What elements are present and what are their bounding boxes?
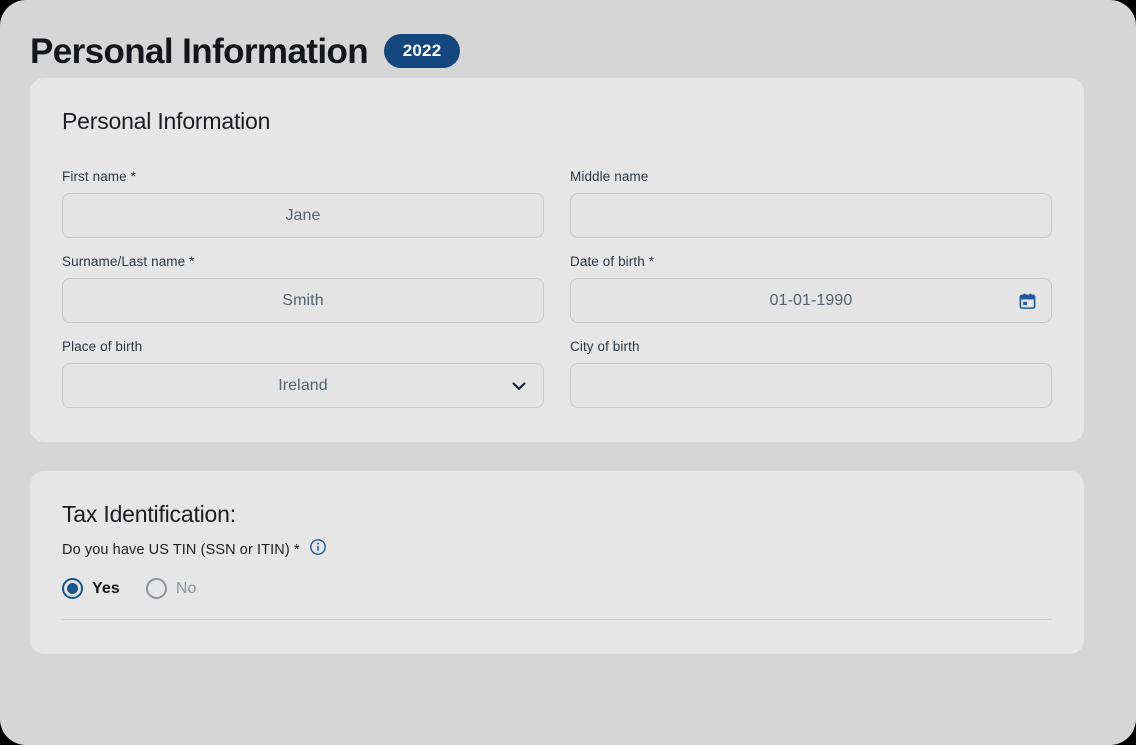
radio-label-no: No bbox=[175, 579, 197, 597]
chevron-down-icon[interactable] bbox=[509, 376, 529, 396]
city-of-birth-label-text: City of birth bbox=[570, 339, 640, 354]
personal-information-card: Personal Information First name * Jane M… bbox=[30, 78, 1084, 442]
date-of-birth-label: Date of birth * bbox=[570, 254, 1052, 269]
field-date-of-birth: Date of birth * 01-01-1990 bbox=[570, 254, 1052, 323]
us-tin-question-label: Do you have US TIN (SSN or ITIN) * bbox=[62, 541, 300, 558]
us-tin-question-row: Do you have US TIN (SSN or ITIN) * bbox=[62, 538, 1052, 561]
surname-label: Surname/Last name * bbox=[62, 254, 544, 269]
first-name-input[interactable]: Jane bbox=[62, 193, 544, 238]
city-of-birth-input[interactable] bbox=[570, 363, 1052, 408]
personal-information-form: First name * Jane Middle name Surname/La… bbox=[62, 169, 1052, 408]
surname-label-text: Surname/Last name bbox=[62, 254, 186, 269]
city-of-birth-label: City of birth bbox=[570, 339, 1052, 354]
field-surname: Surname/Last name * Smith bbox=[62, 254, 544, 323]
required-marker: * bbox=[130, 169, 136, 184]
app-window: Personal Information 2022 Personal Infor… bbox=[0, 0, 1136, 745]
us-tin-radio-group: Yes No bbox=[62, 578, 1052, 599]
page-title: Personal Information bbox=[30, 31, 369, 71]
first-name-label-text: First name bbox=[62, 169, 127, 184]
place-of-birth-label: Place of birth bbox=[62, 339, 544, 354]
required-marker: * bbox=[189, 254, 195, 269]
radio-label-yes: Yes bbox=[92, 579, 120, 597]
radio-mark-yes bbox=[62, 578, 83, 599]
year-badge: 2022 bbox=[384, 34, 461, 68]
radio-option-yes[interactable]: Yes bbox=[62, 578, 120, 599]
page-header: Personal Information 2022 bbox=[0, 0, 1136, 78]
radio-option-no[interactable]: No bbox=[145, 578, 197, 599]
tax-identification-card: Tax Identification: Do you have US TIN (… bbox=[30, 471, 1084, 654]
place-of-birth-select[interactable]: Ireland bbox=[62, 363, 544, 408]
section-divider bbox=[62, 619, 1052, 620]
field-place-of-birth: Place of birth Ireland bbox=[62, 339, 544, 408]
middle-name-label: Middle name bbox=[570, 169, 1052, 184]
first-name-value: Jane bbox=[285, 206, 321, 224]
radio-mark-no bbox=[145, 578, 167, 599]
middle-name-label-text: Middle name bbox=[570, 169, 649, 184]
field-first-name: First name * Jane bbox=[62, 169, 544, 238]
required-marker: * bbox=[648, 254, 655, 269]
personal-information-heading: Personal Information bbox=[62, 108, 271, 134]
place-of-birth-label-text: Place of birth bbox=[62, 339, 143, 354]
radio-dot-no bbox=[151, 583, 162, 594]
middle-name-input[interactable] bbox=[570, 193, 1052, 238]
field-middle-name: Middle name bbox=[570, 169, 1052, 238]
date-of-birth-label-text: Date of birth bbox=[570, 254, 645, 269]
field-city-of-birth: City of birth bbox=[570, 339, 1052, 408]
surname-input[interactable]: Smith bbox=[62, 278, 544, 323]
radio-dot-yes bbox=[67, 583, 78, 594]
tax-identification-heading: Tax Identification: bbox=[62, 501, 236, 527]
date-of-birth-value: 01-01-1990 bbox=[769, 291, 853, 309]
first-name-label: First name * bbox=[62, 169, 544, 184]
calendar-icon[interactable] bbox=[1018, 291, 1037, 310]
surname-value: Smith bbox=[282, 291, 324, 309]
date-of-birth-input[interactable]: 01-01-1990 bbox=[570, 278, 1052, 323]
info-icon[interactable] bbox=[309, 538, 327, 561]
place-of-birth-value: Ireland bbox=[278, 376, 328, 394]
